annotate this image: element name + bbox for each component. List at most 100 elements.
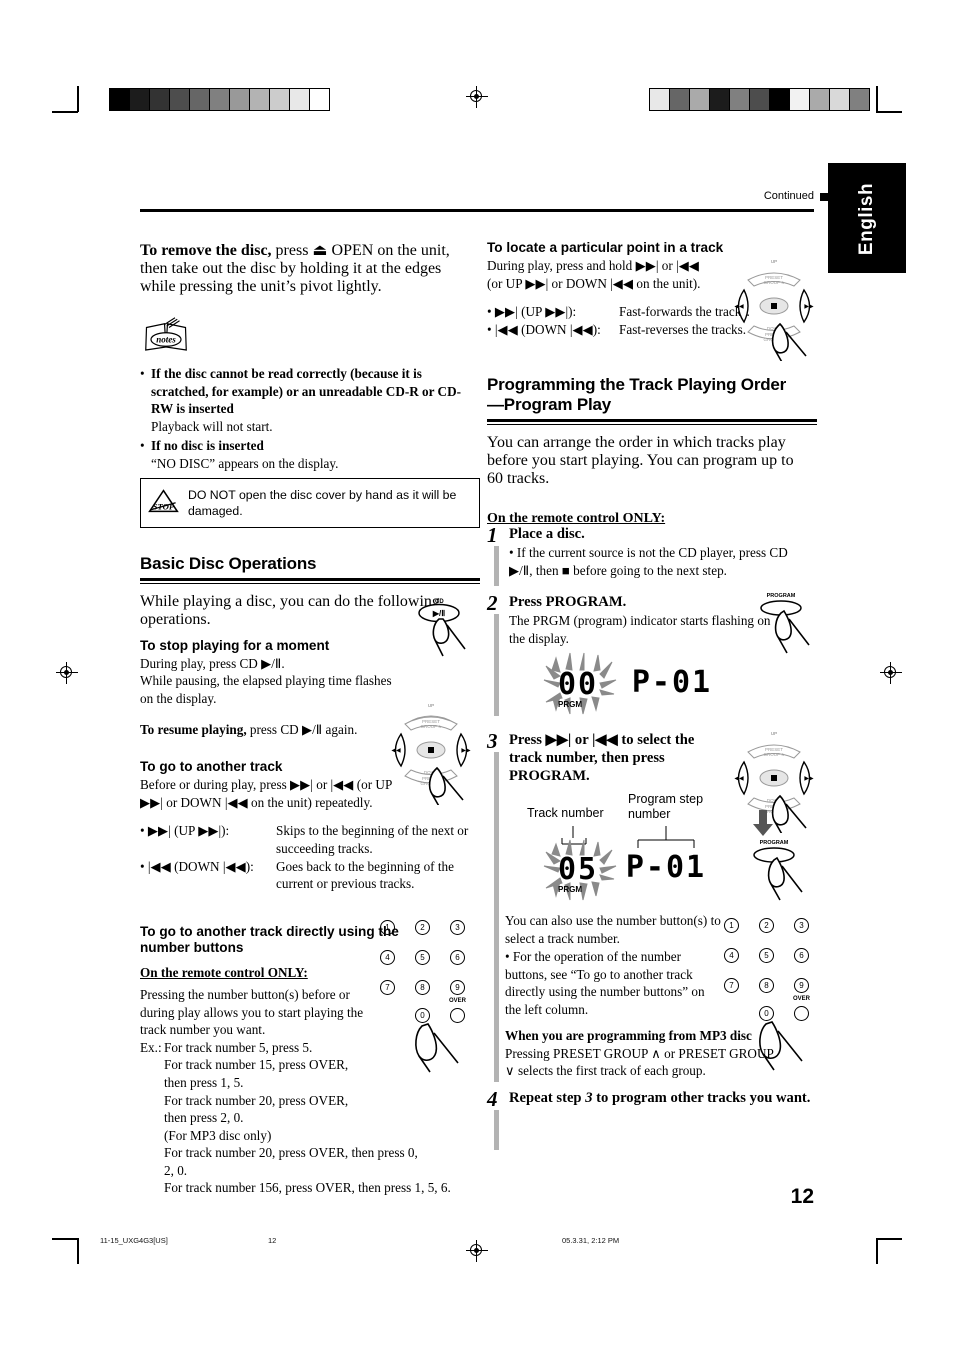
another-track-row: • |◀◀ (DOWN |◀◀): Goes back to the begin…	[140, 858, 480, 893]
over-button-label: OVER	[449, 998, 467, 1004]
step-heading: Press PROGRAM.	[509, 594, 627, 610]
step-3-body: You can also use the number button(s) to…	[505, 912, 721, 1018]
resume-rest: press CD ▶/Ⅱ again.	[246, 721, 358, 737]
numpad-key[interactable]: 2	[415, 920, 430, 935]
stop-warning-icon: STOP	[148, 489, 179, 513]
svg-text:PROGRAM: PROGRAM	[767, 593, 796, 599]
lcd-display-step3: 05 PRGM P-01	[516, 826, 746, 917]
svg-text:PROGRAM: PROGRAM	[760, 840, 789, 846]
footer-file-label: 11-15_UXG4G3[US]	[100, 1236, 168, 1245]
crop-mark-tl-v	[77, 86, 79, 112]
crop-mark-br-v	[876, 1238, 878, 1264]
svg-text:▶▶: ▶▶	[804, 776, 814, 782]
cd-play-pause-button-figure: CD ▶/Ⅱ	[413, 594, 483, 679]
numpad-key[interactable]: 9	[450, 980, 465, 995]
locate-point-body: During play, press and hold ▶▶| or |◀◀ (…	[487, 258, 701, 291]
numpad-key[interactable]: 4	[724, 948, 739, 963]
page-number: 12	[790, 1185, 814, 1208]
svg-text:GROUP ∧: GROUP ∧	[421, 724, 443, 729]
lcd-prgm-indicator: PRGM	[558, 885, 582, 894]
crop-mark-br-h	[876, 1238, 902, 1240]
note-title: If no disc is inserted	[151, 438, 264, 454]
step-heading: Repeat step 3 to program other tracks yo…	[509, 1089, 821, 1107]
numpad-key[interactable]: 6	[450, 950, 465, 965]
registration-mark-top	[466, 86, 488, 108]
section-rule	[487, 418, 817, 425]
numpad-key[interactable]: 6	[794, 948, 809, 963]
step-2: 2 Press PROGRAM. The PRGM (program) indi…	[487, 591, 779, 647]
header-rule	[140, 209, 814, 212]
step-4-heading-pre: Repeat step	[509, 1090, 586, 1106]
number-pad-figure-left: 1 2 3 4 5 6 7 8 9 OVER 0	[378, 920, 478, 1073]
lcd-display-step2: 00 PRGM P-01	[520, 650, 740, 727]
continued-label: Continued	[763, 190, 814, 202]
svg-text:▶/Ⅱ: ▶/Ⅱ	[432, 609, 445, 618]
crop-mark-tl-h	[52, 111, 78, 113]
another-track-key: • ▶▶| (UP ▶▶|):	[140, 823, 230, 839]
numpad-key[interactable]: 2	[759, 918, 774, 933]
numpad-key[interactable]: 5	[759, 948, 774, 963]
step-heading: Place a disc.	[509, 526, 585, 542]
mp3-note-title: When you are programming from MP3 disc	[505, 1028, 752, 1043]
callout-program-step: Program step number	[628, 792, 714, 822]
lcd-track-number: 00	[558, 667, 598, 702]
numpad-key[interactable]: 1	[380, 920, 395, 935]
remote-only-label: On the remote control ONLY:	[140, 965, 308, 981]
note-body: “NO DISC” appears on the display.	[151, 455, 339, 471]
numpad-key[interactable]: 3	[794, 918, 809, 933]
footer-page-label: 12	[268, 1236, 277, 1245]
example-item: For track number 156, press OVER, then p…	[164, 1180, 451, 1196]
numpad-key[interactable]: 4	[380, 950, 395, 965]
step-body: The PRGM (program) indicator starts flas…	[509, 613, 771, 646]
caution-box: STOP DO NOT open the disc cover by hand …	[140, 478, 480, 528]
section-title-basic-disc-operations: Basic Disc Operations	[140, 553, 317, 573]
grey-calibration-strip-left	[109, 88, 330, 111]
numpad-key[interactable]: 9	[794, 978, 809, 993]
example-item: (For MP3 disc only)	[164, 1127, 272, 1143]
note-title: If the disc cannot be read correctly (be…	[151, 366, 461, 417]
step-body: • If the current source is not the CD pl…	[509, 545, 788, 578]
caution-text: DO NOT open the disc cover by hand as it…	[187, 488, 457, 518]
numpad-key[interactable]: 5	[415, 950, 430, 965]
step-number: 4	[487, 1087, 498, 1111]
continued-arrow-icon	[820, 190, 866, 204]
lcd-program-step: P-01	[626, 850, 706, 885]
numpad-key[interactable]: 8	[415, 980, 430, 995]
section-title-program-play-line1: Programming the Track Playing Order	[487, 374, 787, 394]
svg-text:UP: UP	[771, 259, 777, 264]
numpad-key[interactable]: 7	[380, 980, 395, 995]
svg-text:UP: UP	[771, 731, 777, 736]
svg-text:notes: notes	[156, 335, 176, 345]
note-body: Playback will not start.	[151, 418, 273, 434]
notes-icon: notes	[145, 317, 187, 351]
program-intro: You can arrange the order in which track…	[487, 433, 794, 487]
number-buttons-body: Pressing the number button(s) before or …	[140, 987, 364, 1038]
svg-text:GROUP ∧: GROUP ∧	[764, 752, 786, 757]
numpad-key[interactable]: 8	[759, 978, 774, 993]
step-number: 1	[487, 523, 498, 547]
example-label: Ex.:	[140, 1039, 162, 1055]
numpad-key[interactable]: 1	[724, 918, 739, 933]
manual-page: English Continued To remove the disc, pr…	[0, 0, 954, 1353]
note-item: • If no disc is inserted “NO DISC” appea…	[140, 438, 339, 471]
mp3-note-body: Pressing PRESET GROUP ∧ or PRESET GROUP …	[505, 1045, 774, 1079]
section-rule	[140, 577, 480, 584]
registration-mark-bottom	[466, 1240, 488, 1262]
svg-text:▶▶: ▶▶	[461, 748, 471, 754]
lcd-prgm-indicator: PRGM	[558, 700, 582, 709]
crop-mark-tr-h	[876, 111, 902, 113]
over-button-label: OVER	[793, 996, 811, 1002]
example-item: For track number 20, press OVER, then pr…	[164, 1145, 418, 1178]
svg-text:◀◀: ◀◀	[734, 776, 744, 782]
step-4-heading-num: 3	[585, 1090, 593, 1106]
section-title-program-play-line2: —Program Play	[487, 394, 612, 414]
lcd-program-step: P-01	[632, 665, 712, 700]
numpad-key[interactable]: 7	[724, 978, 739, 993]
down-arrow-icon	[753, 810, 773, 836]
step-number: 2	[487, 591, 498, 615]
language-tab: English	[828, 163, 906, 273]
svg-text:▶▶: ▶▶	[804, 304, 814, 310]
numpad-key[interactable]: 3	[450, 920, 465, 935]
step-4-heading-post: to program other tracks you want.	[592, 1090, 811, 1106]
step-bar	[494, 1110, 499, 1150]
